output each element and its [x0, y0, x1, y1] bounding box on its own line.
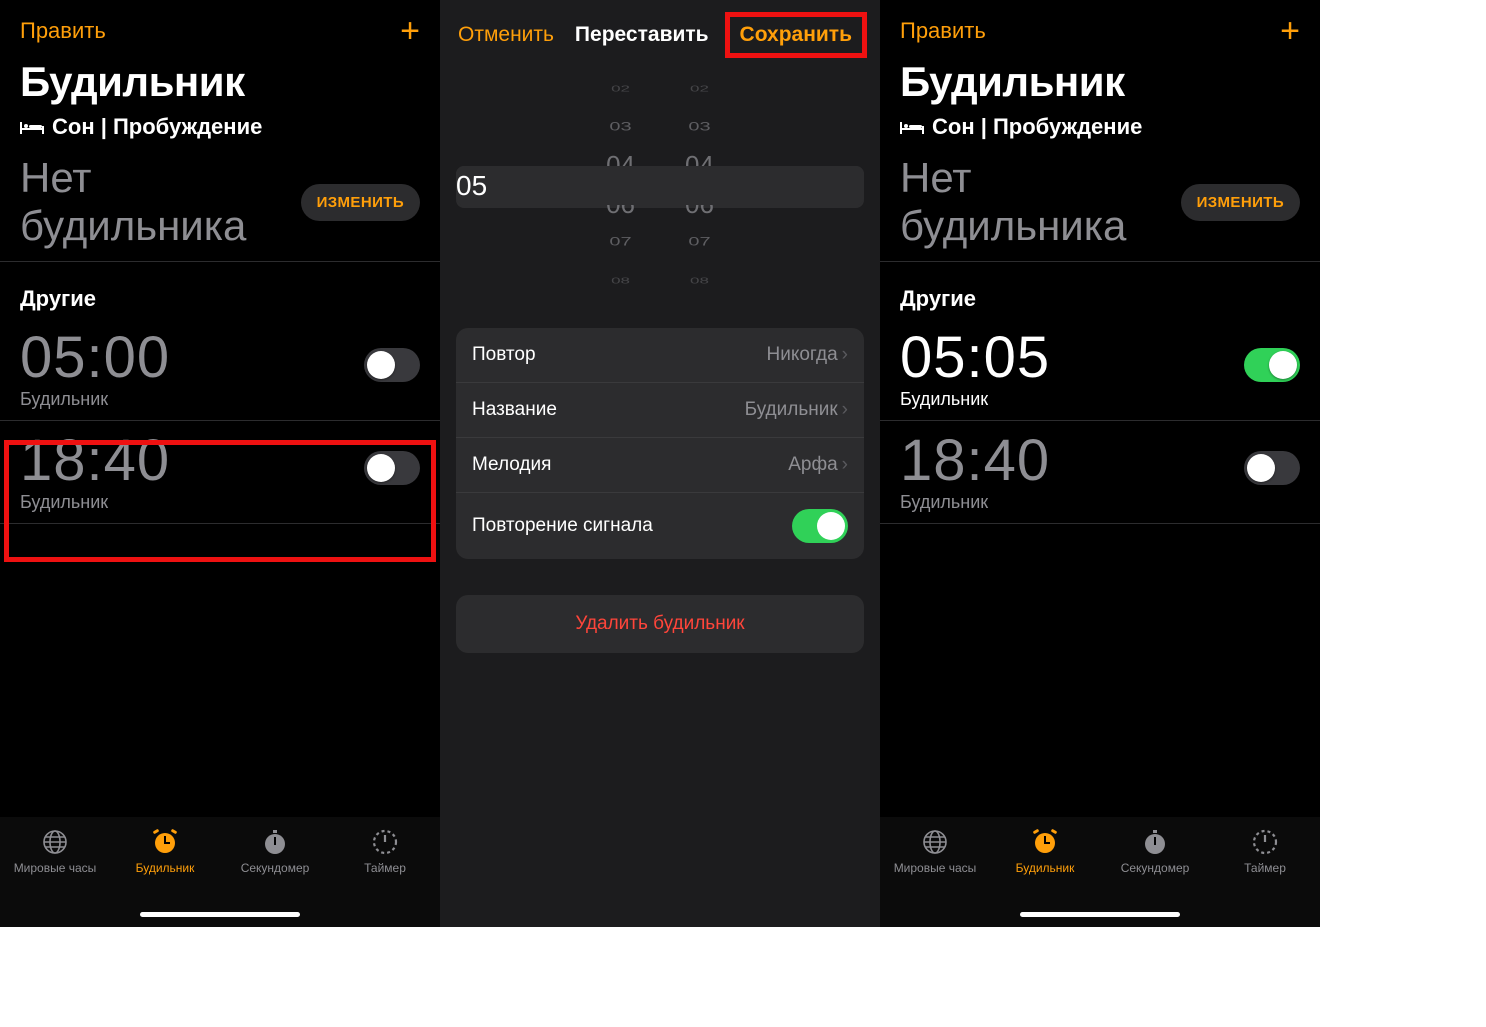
time-picker[interactable]: 02 03 04 05 06 07 08 02 03 04 05 06 07 0…	[440, 70, 880, 300]
alarm-time: 05:05	[900, 324, 1300, 391]
sleep-section-label: Сон | Пробуждение	[932, 114, 1142, 140]
alarm-list-after: Править + Будильник Сон | Пробуждение Не…	[880, 0, 1320, 927]
alarm-row[interactable]: 18:40 Будильник	[880, 421, 1320, 523]
no-alarm-text: Нет будильника	[20, 154, 295, 251]
save-button[interactable]: Сохранить	[740, 23, 852, 46]
alarm-row[interactable]: 05:00 Будильник	[0, 318, 440, 420]
alarm-time: 18:40	[20, 427, 420, 494]
tab-stopwatch[interactable]: Секундомер	[1100, 827, 1210, 875]
chevron-right-icon: ›	[842, 454, 848, 476]
page-title: Будильник	[880, 52, 1320, 114]
alarm-label: Будильник	[20, 389, 420, 410]
alarm-row[interactable]: 18:40 Будильник	[0, 421, 440, 523]
home-indicator[interactable]	[140, 912, 300, 917]
tab-alarm[interactable]: Будильник	[990, 827, 1100, 875]
tab-alarm[interactable]: Будильник	[110, 827, 220, 875]
chevron-right-icon: ›	[842, 399, 848, 421]
edit-button[interactable]: Править	[20, 18, 106, 44]
others-header: Другие	[0, 262, 440, 318]
tab-timer[interactable]: Таймер	[1210, 827, 1320, 875]
snooze-toggle[interactable]	[792, 509, 848, 543]
alarm-label: Будильник	[900, 389, 1300, 410]
sleep-section-label: Сон | Пробуждение	[52, 114, 262, 140]
bed-icon	[20, 118, 44, 136]
tab-bar: Мировые часы Будильник Секундомер Таймер	[0, 817, 440, 927]
tab-world-clock[interactable]: Мировые часы	[0, 827, 110, 875]
delete-alarm-button[interactable]: Удалить будильник	[456, 595, 864, 653]
setting-sound[interactable]: Мелодия Арфа›	[456, 437, 864, 492]
alarm-list-before: Править + Будильник Сон | Пробуждение Не…	[0, 0, 440, 927]
setting-label[interactable]: Название Будильник›	[456, 382, 864, 437]
change-sleep-button[interactable]: ИЗМЕНИТЬ	[1181, 184, 1300, 221]
tab-stopwatch[interactable]: Секундомер	[220, 827, 330, 875]
alarm-label: Будильник	[20, 492, 420, 513]
edit-button[interactable]: Править	[900, 18, 986, 44]
add-alarm-button[interactable]: +	[1280, 14, 1300, 48]
alarm-toggle[interactable]	[364, 348, 420, 382]
minute-wheel[interactable]: 02 03 04 05 06 07 08	[685, 70, 714, 300]
page-title: Будильник	[0, 52, 440, 114]
alarm-toggle[interactable]	[1244, 348, 1300, 382]
edit-alarm-sheet: Отменить Переставить Сохранить 02 03 04 …	[440, 0, 880, 927]
chevron-right-icon: ›	[842, 344, 848, 366]
home-indicator[interactable]	[1020, 912, 1180, 917]
alarm-toggle[interactable]	[1244, 451, 1300, 485]
add-alarm-button[interactable]: +	[400, 14, 420, 48]
cancel-button[interactable]: Отменить	[458, 23, 554, 47]
alarm-toggle[interactable]	[364, 451, 420, 485]
tab-timer[interactable]: Таймер	[330, 827, 440, 875]
bed-icon	[900, 118, 924, 136]
alarm-label: Будильник	[900, 492, 1300, 513]
setting-snooze: Повторение сигнала	[456, 492, 864, 559]
setting-repeat[interactable]: Повтор Никогда›	[456, 328, 864, 382]
alarm-time: 05:00	[20, 324, 420, 391]
alarm-row[interactable]: 05:05 Будильник	[880, 318, 1320, 420]
others-header: Другие	[880, 262, 1320, 318]
tab-world-clock[interactable]: Мировые часы	[880, 827, 990, 875]
alarm-settings: Повтор Никогда› Название Будильник› Мело…	[456, 328, 864, 559]
sheet-title: Переставить	[575, 23, 709, 47]
no-alarm-text: Нет будильника	[900, 154, 1175, 251]
highlight-annotation: Сохранить	[725, 12, 867, 58]
tab-bar: Мировые часы Будильник Секундомер Таймер	[880, 817, 1320, 927]
alarm-time: 18:40	[900, 427, 1300, 494]
change-sleep-button[interactable]: ИЗМЕНИТЬ	[301, 184, 420, 221]
